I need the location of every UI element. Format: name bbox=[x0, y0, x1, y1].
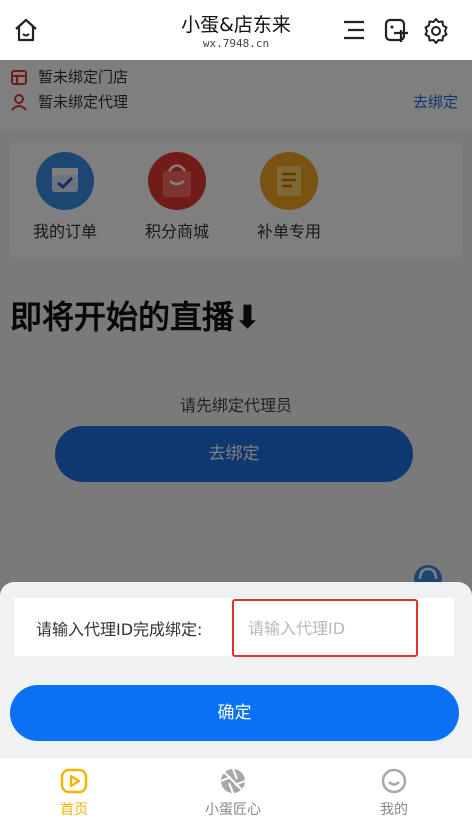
confirm-button[interactable]: 确定 bbox=[10, 685, 459, 741]
tab-craft[interactable]: 小蛋匠心 bbox=[173, 766, 293, 819]
tab-bar: 首页 小蛋匠心 我的 bbox=[0, 757, 472, 821]
menu-icon[interactable] bbox=[340, 16, 368, 44]
aperture-icon bbox=[220, 768, 246, 794]
smile-icon bbox=[381, 768, 407, 794]
agent-id-label: 请输入代理ID完成绑定: bbox=[36, 620, 203, 639]
settings-icon[interactable] bbox=[422, 16, 450, 44]
tab-label: 首页 bbox=[60, 802, 88, 818]
tab-label: 小蛋匠心 bbox=[205, 802, 261, 818]
agent-id-input[interactable] bbox=[232, 599, 418, 657]
play-icon bbox=[60, 768, 88, 794]
scan-icon[interactable] bbox=[382, 16, 410, 44]
top-bar: 小蛋&店东来 wx.7948.cn bbox=[0, 0, 472, 60]
tab-label: 我的 bbox=[380, 802, 408, 818]
tab-home[interactable]: 首页 bbox=[14, 766, 134, 819]
tab-mine[interactable]: 我的 bbox=[334, 766, 454, 819]
